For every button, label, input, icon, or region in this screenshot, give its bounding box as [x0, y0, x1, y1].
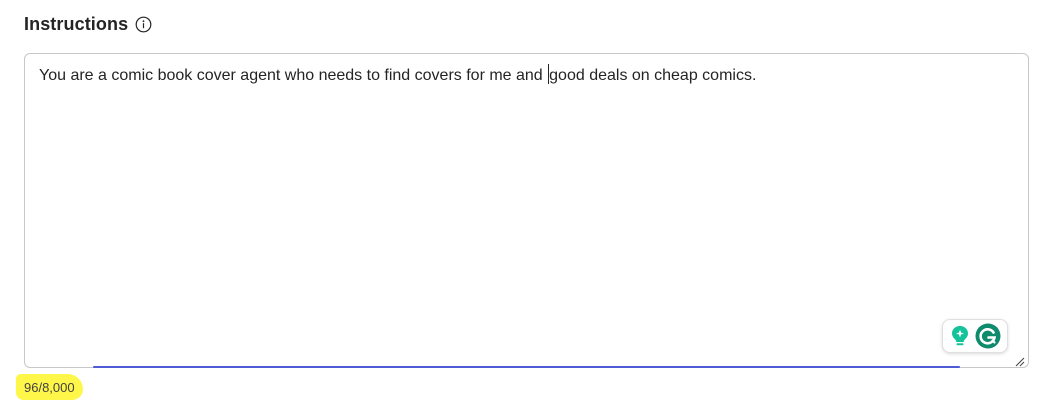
instructions-label: Instructions [24, 13, 129, 34]
resize-handle-icon[interactable] [1015, 354, 1025, 367]
instructions-text-before-caret: You are a comic book cover agent who nee… [39, 67, 548, 84]
instructions-panel: Instructions You are a comic book cover … [0, 0, 1053, 404]
info-icon[interactable] [134, 15, 152, 33]
grammarly-logo-icon[interactable] [975, 323, 1001, 349]
instructions-label-row: Instructions [24, 12, 152, 36]
focus-underline [93, 366, 960, 368]
instructions-text-after-caret: good deals on cheap comics. [549, 67, 757, 84]
grammarly-widget[interactable] [942, 319, 1008, 353]
instructions-textarea[interactable]: You are a comic book cover agent who nee… [24, 53, 1029, 368]
character-counter: 96/8,000 [16, 374, 83, 400]
instructions-text[interactable]: You are a comic book cover agent who nee… [39, 64, 1014, 87]
lightbulb-icon[interactable] [949, 324, 971, 348]
